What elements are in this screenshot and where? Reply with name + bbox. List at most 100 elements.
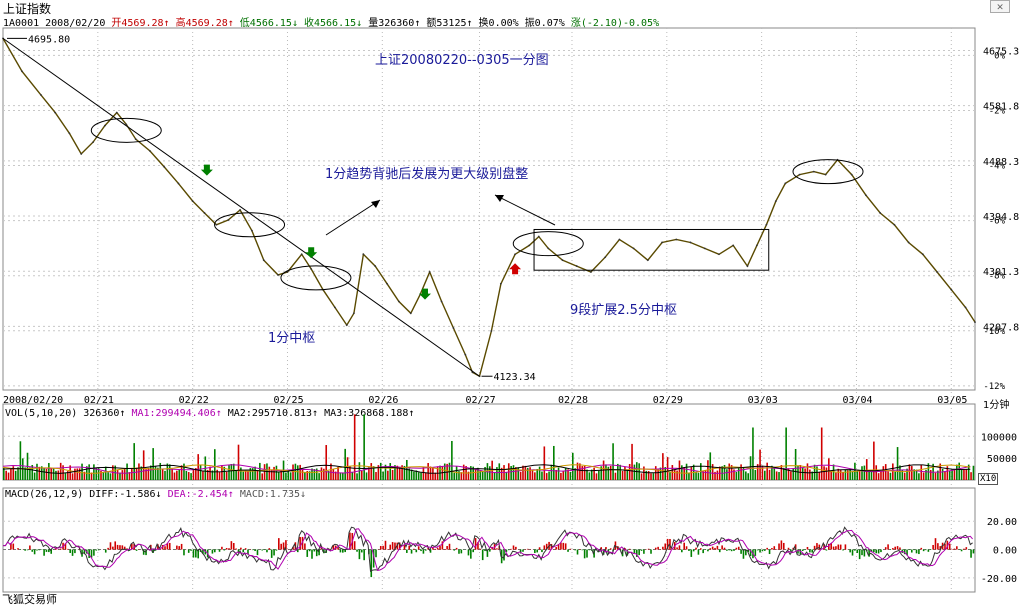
volume-bar [626, 469, 629, 480]
macd-histogram-bar [417, 546, 420, 550]
macd-histogram-bar [628, 548, 631, 550]
price-point [345, 324, 348, 326]
volume-bar [887, 471, 889, 480]
volume-bar [104, 466, 107, 480]
volume-bar [209, 466, 211, 480]
price-point [732, 244, 735, 247]
volume-bar [261, 473, 264, 480]
volume-bar [614, 472, 617, 480]
macd-histogram-bar [541, 549, 543, 553]
macd-histogram-bar [842, 549, 844, 551]
volume-bar [922, 472, 925, 480]
price-pct-tick-label: -10% [983, 327, 1005, 337]
price-point [362, 253, 365, 256]
volume-bar [301, 468, 304, 480]
price-point [374, 265, 377, 267]
macd-histogram-bar [768, 549, 771, 555]
volume-bar [19, 441, 22, 480]
volume-bar [678, 460, 681, 480]
volume-bar [553, 445, 555, 480]
macd-histogram-bar [880, 549, 882, 553]
macd-histogram-bar [759, 549, 761, 553]
volume-bar [398, 467, 401, 480]
macd-histogram-bar [406, 549, 408, 553]
volume-bar [624, 466, 626, 480]
price-point [428, 271, 431, 273]
volume-bar [662, 453, 664, 480]
macd-histogram-bar [756, 549, 759, 551]
volume-bar [794, 448, 797, 480]
macd-histogram-bar [643, 549, 645, 554]
macd-histogram-bar [875, 549, 878, 554]
macd-histogram-bar [306, 549, 309, 557]
volume-bar [417, 472, 420, 480]
macd-histogram-bar [97, 549, 100, 551]
macd-histogram-bar [467, 549, 470, 556]
volume-bar [410, 469, 413, 480]
price-point [277, 274, 279, 276]
macd-histogram-bar [695, 547, 697, 550]
volume-bar [709, 452, 712, 480]
volume-y-tick-label: 50000 [987, 454, 1017, 465]
macd-histogram-bar [576, 549, 579, 555]
volume-bar [244, 470, 247, 480]
price-point [784, 182, 787, 185]
volume-bar [451, 440, 453, 480]
macd-histogram-bar [737, 546, 740, 550]
macd-histogram-bar [436, 547, 439, 550]
macd-header: MACD(26,12,9) DIFF:-1.586↓ DEA:-2.454↑ M… [5, 489, 306, 500]
x-tick-label: 02/22 [179, 395, 209, 406]
macd-histogram-bar [858, 549, 861, 560]
macd-value-label: MACD:1.735↓ [240, 489, 306, 500]
price-point [879, 212, 882, 214]
volume-bar [489, 466, 491, 480]
volume-bar [455, 466, 458, 480]
volume-bar [548, 471, 550, 480]
volume-bar [5, 470, 7, 480]
volume-bar [910, 466, 913, 480]
macd-histogram-bar [863, 549, 866, 557]
volume-bar [493, 472, 496, 480]
macd-histogram-bar [176, 545, 178, 550]
volume-bar [863, 465, 866, 480]
macd-histogram-bar [849, 549, 851, 553]
price-point [575, 265, 578, 267]
macd-histogram-bar [733, 549, 735, 551]
volume-bar [920, 464, 923, 480]
volume-bar [197, 454, 199, 480]
macd-histogram-bar [434, 548, 437, 550]
volume-bar [768, 469, 771, 480]
volume-bar [349, 466, 351, 480]
volume-bar [790, 471, 792, 480]
volume-bar [135, 467, 138, 480]
price-point [675, 238, 678, 241]
macd-histogram-bar [633, 549, 636, 553]
price-point [300, 253, 303, 256]
volume-bar [71, 473, 74, 480]
volume-bar [353, 414, 356, 480]
macd-histogram-bar [389, 544, 392, 550]
volume-bar [896, 447, 899, 480]
volume-bar [413, 471, 415, 480]
volume-ma3-label: MA3:326868.188↑ [324, 408, 414, 419]
macd-histogram-bar [71, 549, 74, 556]
macd-histogram-bar [714, 547, 716, 550]
price-point [163, 166, 166, 168]
volume-scale-badge[interactable]: X10 [978, 473, 999, 485]
macd-histogram-bar [403, 545, 406, 550]
macd-histogram-bar [370, 549, 373, 578]
volume-bar [903, 472, 906, 480]
macd-histogram-bar [107, 547, 109, 550]
macd-histogram-bar [311, 549, 313, 559]
volume-bar [192, 469, 195, 480]
volume-bar [628, 463, 631, 480]
volume-bar [842, 471, 844, 480]
volume-bar [522, 465, 524, 480]
chart-canvas[interactable]: 4675.34581.84488.34394.84301.34207.80%-2… [0, 0, 1019, 607]
macd-histogram-bar [275, 549, 278, 551]
macd-histogram-bar [837, 544, 840, 550]
price-point [40, 94, 42, 96]
volume-bar [342, 472, 344, 480]
volume-bar [965, 469, 968, 480]
volume-bar [375, 472, 377, 480]
